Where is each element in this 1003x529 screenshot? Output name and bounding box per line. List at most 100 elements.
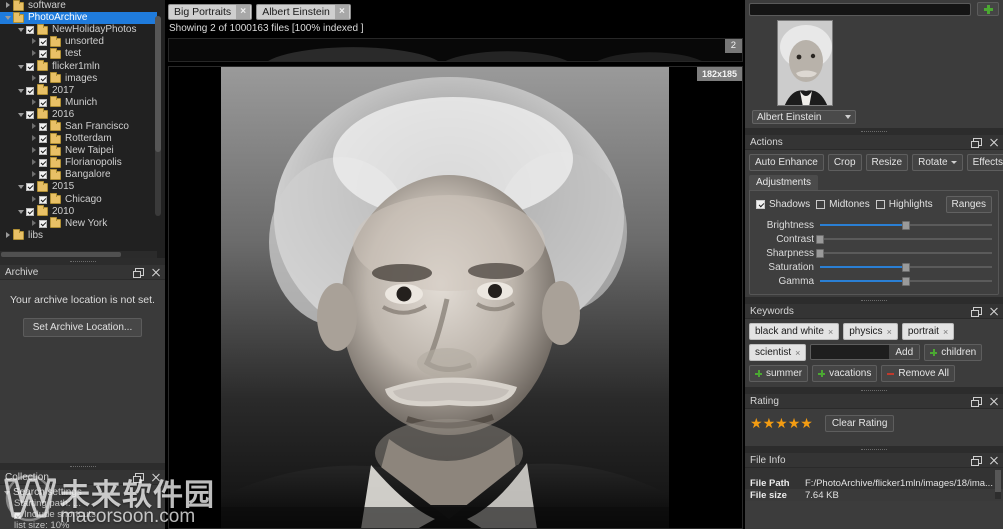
tree-item-chicago[interactable]: Chicago — [0, 193, 157, 206]
face-name-input[interactable] — [749, 2, 971, 16]
keywords-panel-grip[interactable] — [745, 297, 1003, 304]
set-archive-location-button[interactable]: Set Archive Location... — [22, 318, 143, 337]
close-icon[interactable] — [989, 307, 998, 316]
tree-item-new-taipei[interactable]: New Taipei — [0, 144, 157, 157]
slider-knob[interactable] — [816, 249, 824, 258]
tree-item-photoarchive[interactable]: PhotoArchive — [0, 11, 157, 25]
image-viewer[interactable]: 182x185 — [168, 66, 743, 529]
tree-expand-arrow[interactable] — [2, 12, 13, 24]
suggested-keyword-children[interactable]: children — [924, 344, 983, 361]
slider-contrast[interactable]: Contrast — [756, 232, 992, 246]
tree-expand-arrow[interactable] — [28, 48, 39, 60]
tree-expand-arrow[interactable] — [28, 194, 39, 206]
keyword-chip-physics[interactable]: physics × — [843, 323, 898, 340]
tree-expand-arrow[interactable] — [15, 85, 26, 97]
tree-item-checkbox[interactable] — [39, 219, 47, 228]
slider-knob[interactable] — [902, 277, 910, 286]
file-info-panel-grip[interactable] — [745, 446, 1003, 453]
slider-knob[interactable] — [902, 221, 910, 230]
thumbnail-strip[interactable]: 2 — [168, 38, 743, 62]
tree-expand-arrow[interactable] — [15, 206, 26, 218]
float-icon[interactable] — [133, 268, 144, 278]
tree-expand-arrow[interactable] — [15, 181, 26, 193]
close-icon[interactable] — [151, 268, 160, 277]
tab-big-portraits[interactable]: Big Portraits × — [168, 3, 253, 20]
tree-item-flicker1mln[interactable]: flicker1mln — [0, 60, 157, 72]
rating-panel-grip[interactable] — [745, 387, 1003, 394]
tree-item-san-francisco[interactable]: San Francisco — [0, 120, 157, 133]
close-icon[interactable]: × — [236, 4, 251, 19]
remove-keyword-icon[interactable]: × — [887, 327, 892, 337]
tree-item-libs[interactable]: libs — [0, 229, 157, 242]
crop-button[interactable]: Crop — [827, 154, 862, 171]
tree-item-images[interactable]: images — [0, 72, 157, 85]
tree-item-munich[interactable]: Munich — [0, 96, 157, 109]
suggested-keyword-summer[interactable]: summer — [749, 365, 809, 382]
remove-keyword-icon[interactable]: × — [795, 348, 800, 358]
tree-expand-arrow[interactable] — [28, 169, 39, 181]
file-info-scroll-thumb[interactable] — [995, 470, 1001, 492]
tree-item-2016[interactable]: 2016 — [0, 108, 157, 121]
remove-keyword-icon[interactable]: × — [943, 327, 948, 337]
suggested-keyword-vacations[interactable]: vacations — [812, 365, 878, 382]
close-icon[interactable] — [989, 397, 998, 406]
slider-track[interactable] — [816, 248, 992, 258]
slider-knob[interactable] — [816, 235, 824, 244]
tree-item-checkbox[interactable] — [26, 207, 34, 216]
tree-item-test[interactable]: test — [0, 47, 157, 60]
collection-panel-grip[interactable] — [0, 463, 165, 470]
tree-item-2010[interactable]: 2010 — [0, 205, 157, 218]
tree-item-2017[interactable]: 2017 — [0, 84, 157, 97]
tree-expand-arrow[interactable] — [2, 230, 13, 242]
tree-item-software[interactable]: software — [0, 0, 157, 12]
tree-item-checkbox[interactable] — [26, 26, 34, 35]
checkbox[interactable] — [756, 200, 765, 209]
resize-button[interactable]: Resize — [865, 154, 909, 171]
tree-expand-arrow[interactable] — [28, 218, 39, 230]
rotate-button[interactable]: Rotate — [912, 154, 963, 171]
tree-item-unsorted[interactable]: unsorted — [0, 35, 157, 48]
slider-track[interactable] — [816, 234, 992, 244]
float-icon[interactable] — [971, 138, 982, 148]
ranges-button[interactable]: Ranges — [945, 196, 992, 213]
collection-row[interactable]: Starting path: ... — [4, 498, 161, 509]
slider-track[interactable] — [820, 220, 992, 230]
tree-horizontal-scroll-thumb[interactable] — [1, 252, 121, 257]
tree-expand-arrow[interactable] — [28, 121, 39, 133]
folder-tree[interactable]: software PhotoArchive NewHolidayPhotos unso… — [0, 0, 157, 250]
range-midtones[interactable]: Midtones — [816, 199, 870, 210]
tree-expand-arrow[interactable] — [15, 109, 26, 121]
tree-item-checkbox[interactable] — [39, 195, 47, 204]
tree-expand-arrow[interactable] — [28, 145, 39, 157]
close-icon[interactable] — [989, 138, 998, 147]
tab-albert-einstein[interactable]: Albert Einstein × — [256, 3, 351, 20]
tree-item-checkbox[interactable] — [39, 122, 47, 131]
float-icon[interactable] — [133, 473, 144, 483]
float-icon[interactable] — [971, 397, 982, 407]
remove-keyword-icon[interactable]: × — [828, 327, 833, 337]
collection-row[interactable]: Search settings — [4, 487, 161, 498]
star-icon[interactable]: ★ — [775, 415, 788, 431]
tree-item-checkbox[interactable] — [39, 159, 47, 168]
slider-sharpness[interactable]: Sharpness — [756, 246, 992, 260]
archive-panel-grip[interactable] — [0, 258, 165, 265]
star-icon[interactable]: ★ — [750, 415, 763, 431]
close-icon[interactable] — [989, 456, 998, 465]
include-shortcuts-checkbox[interactable] — [14, 512, 21, 519]
star-icon[interactable]: ★ — [788, 415, 801, 431]
person-select[interactable]: Albert Einstein — [752, 110, 856, 124]
tree-item-checkbox[interactable] — [39, 147, 47, 156]
star-icon[interactable]: ★ — [763, 415, 776, 431]
tab-adjustments[interactable]: Adjustments — [749, 175, 819, 190]
face-thumbnail[interactable] — [777, 20, 833, 106]
tree-expand-arrow[interactable] — [15, 24, 26, 36]
star-icon[interactable]: ★ — [800, 415, 813, 431]
tree-expand-arrow[interactable] — [15, 61, 26, 73]
slider-brightness[interactable]: Brightness — [756, 218, 992, 232]
range-highlights[interactable]: Highlights — [875, 199, 933, 210]
tree-item-checkbox[interactable] — [26, 183, 34, 192]
float-icon[interactable] — [971, 307, 982, 317]
tree-item-checkbox[interactable] — [39, 50, 47, 59]
tree-item-checkbox[interactable] — [39, 74, 47, 83]
tree-expand-arrow[interactable] — [28, 133, 39, 145]
